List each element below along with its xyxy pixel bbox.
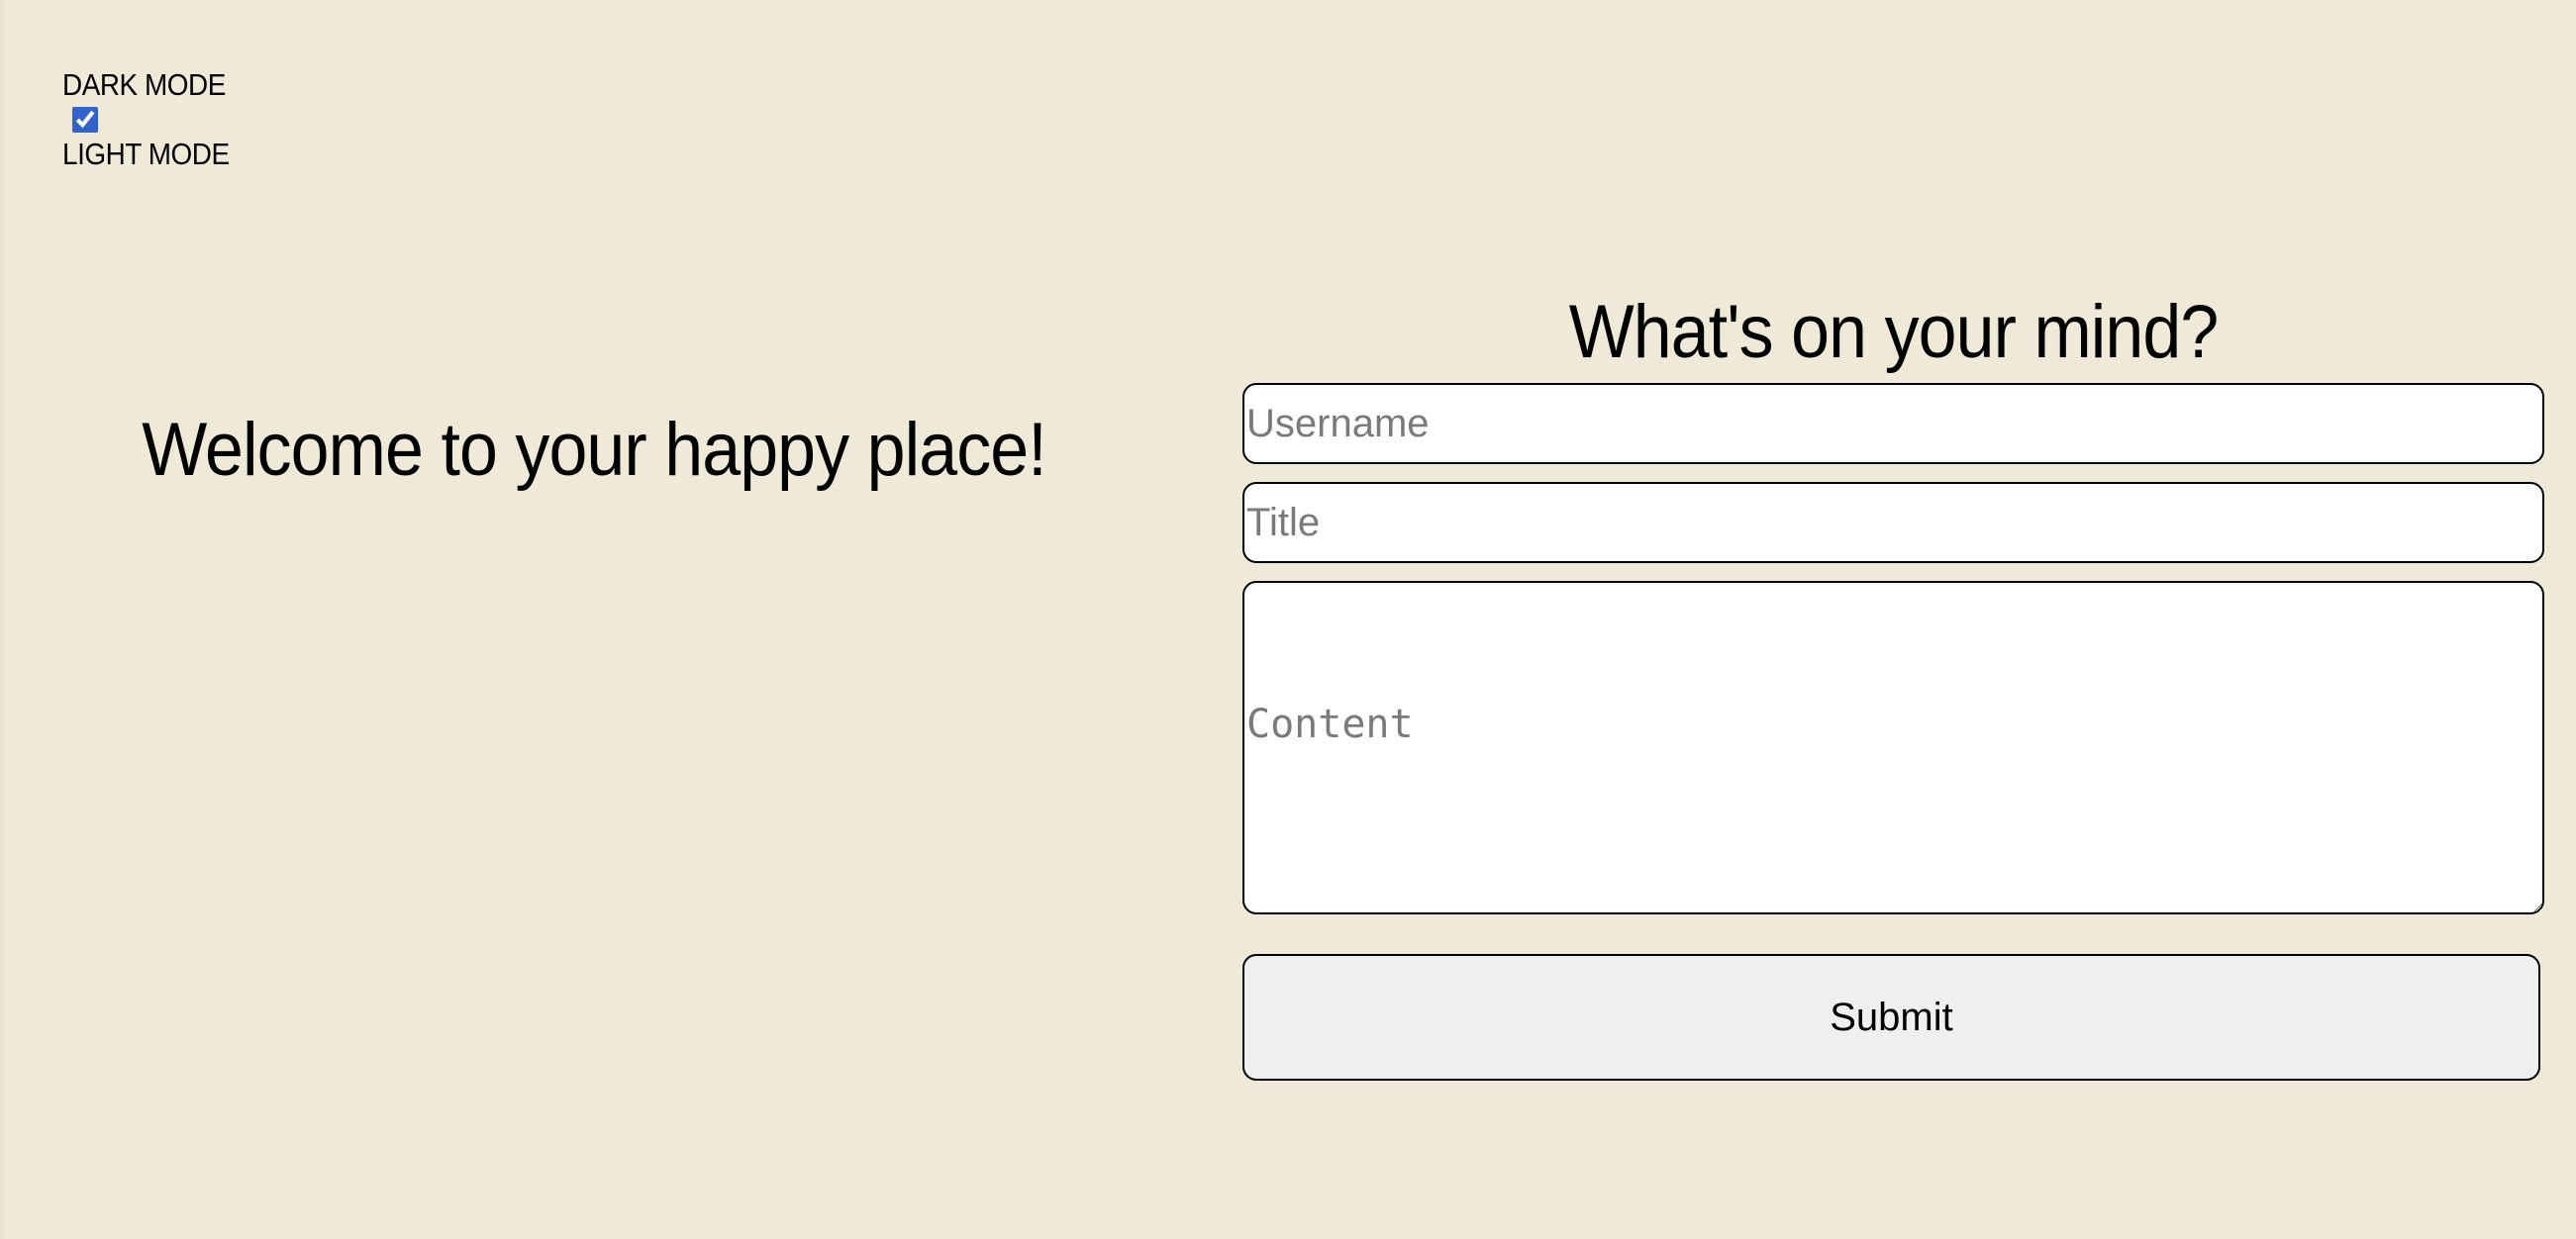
dark-mode-label: DARK MODE: [62, 67, 226, 102]
theme-checkbox-wrap: [62, 103, 260, 137]
theme-checkbox[interactable]: [72, 107, 98, 133]
title-input[interactable]: [1242, 482, 2544, 563]
post-form: What's on your mind? Submit: [1242, 282, 2544, 1081]
light-mode-label: LIGHT MODE: [62, 137, 230, 171]
content-textarea[interactable]: [1242, 581, 2544, 914]
username-input[interactable]: [1242, 383, 2544, 464]
theme-toggle: DARK MODE LIGHT MODE: [62, 67, 260, 172]
submit-button[interactable]: Submit: [1242, 954, 2540, 1081]
welcome-heading: Welcome to your happy place!: [142, 408, 1046, 492]
form-title: What's on your mind?: [1568, 290, 2220, 374]
